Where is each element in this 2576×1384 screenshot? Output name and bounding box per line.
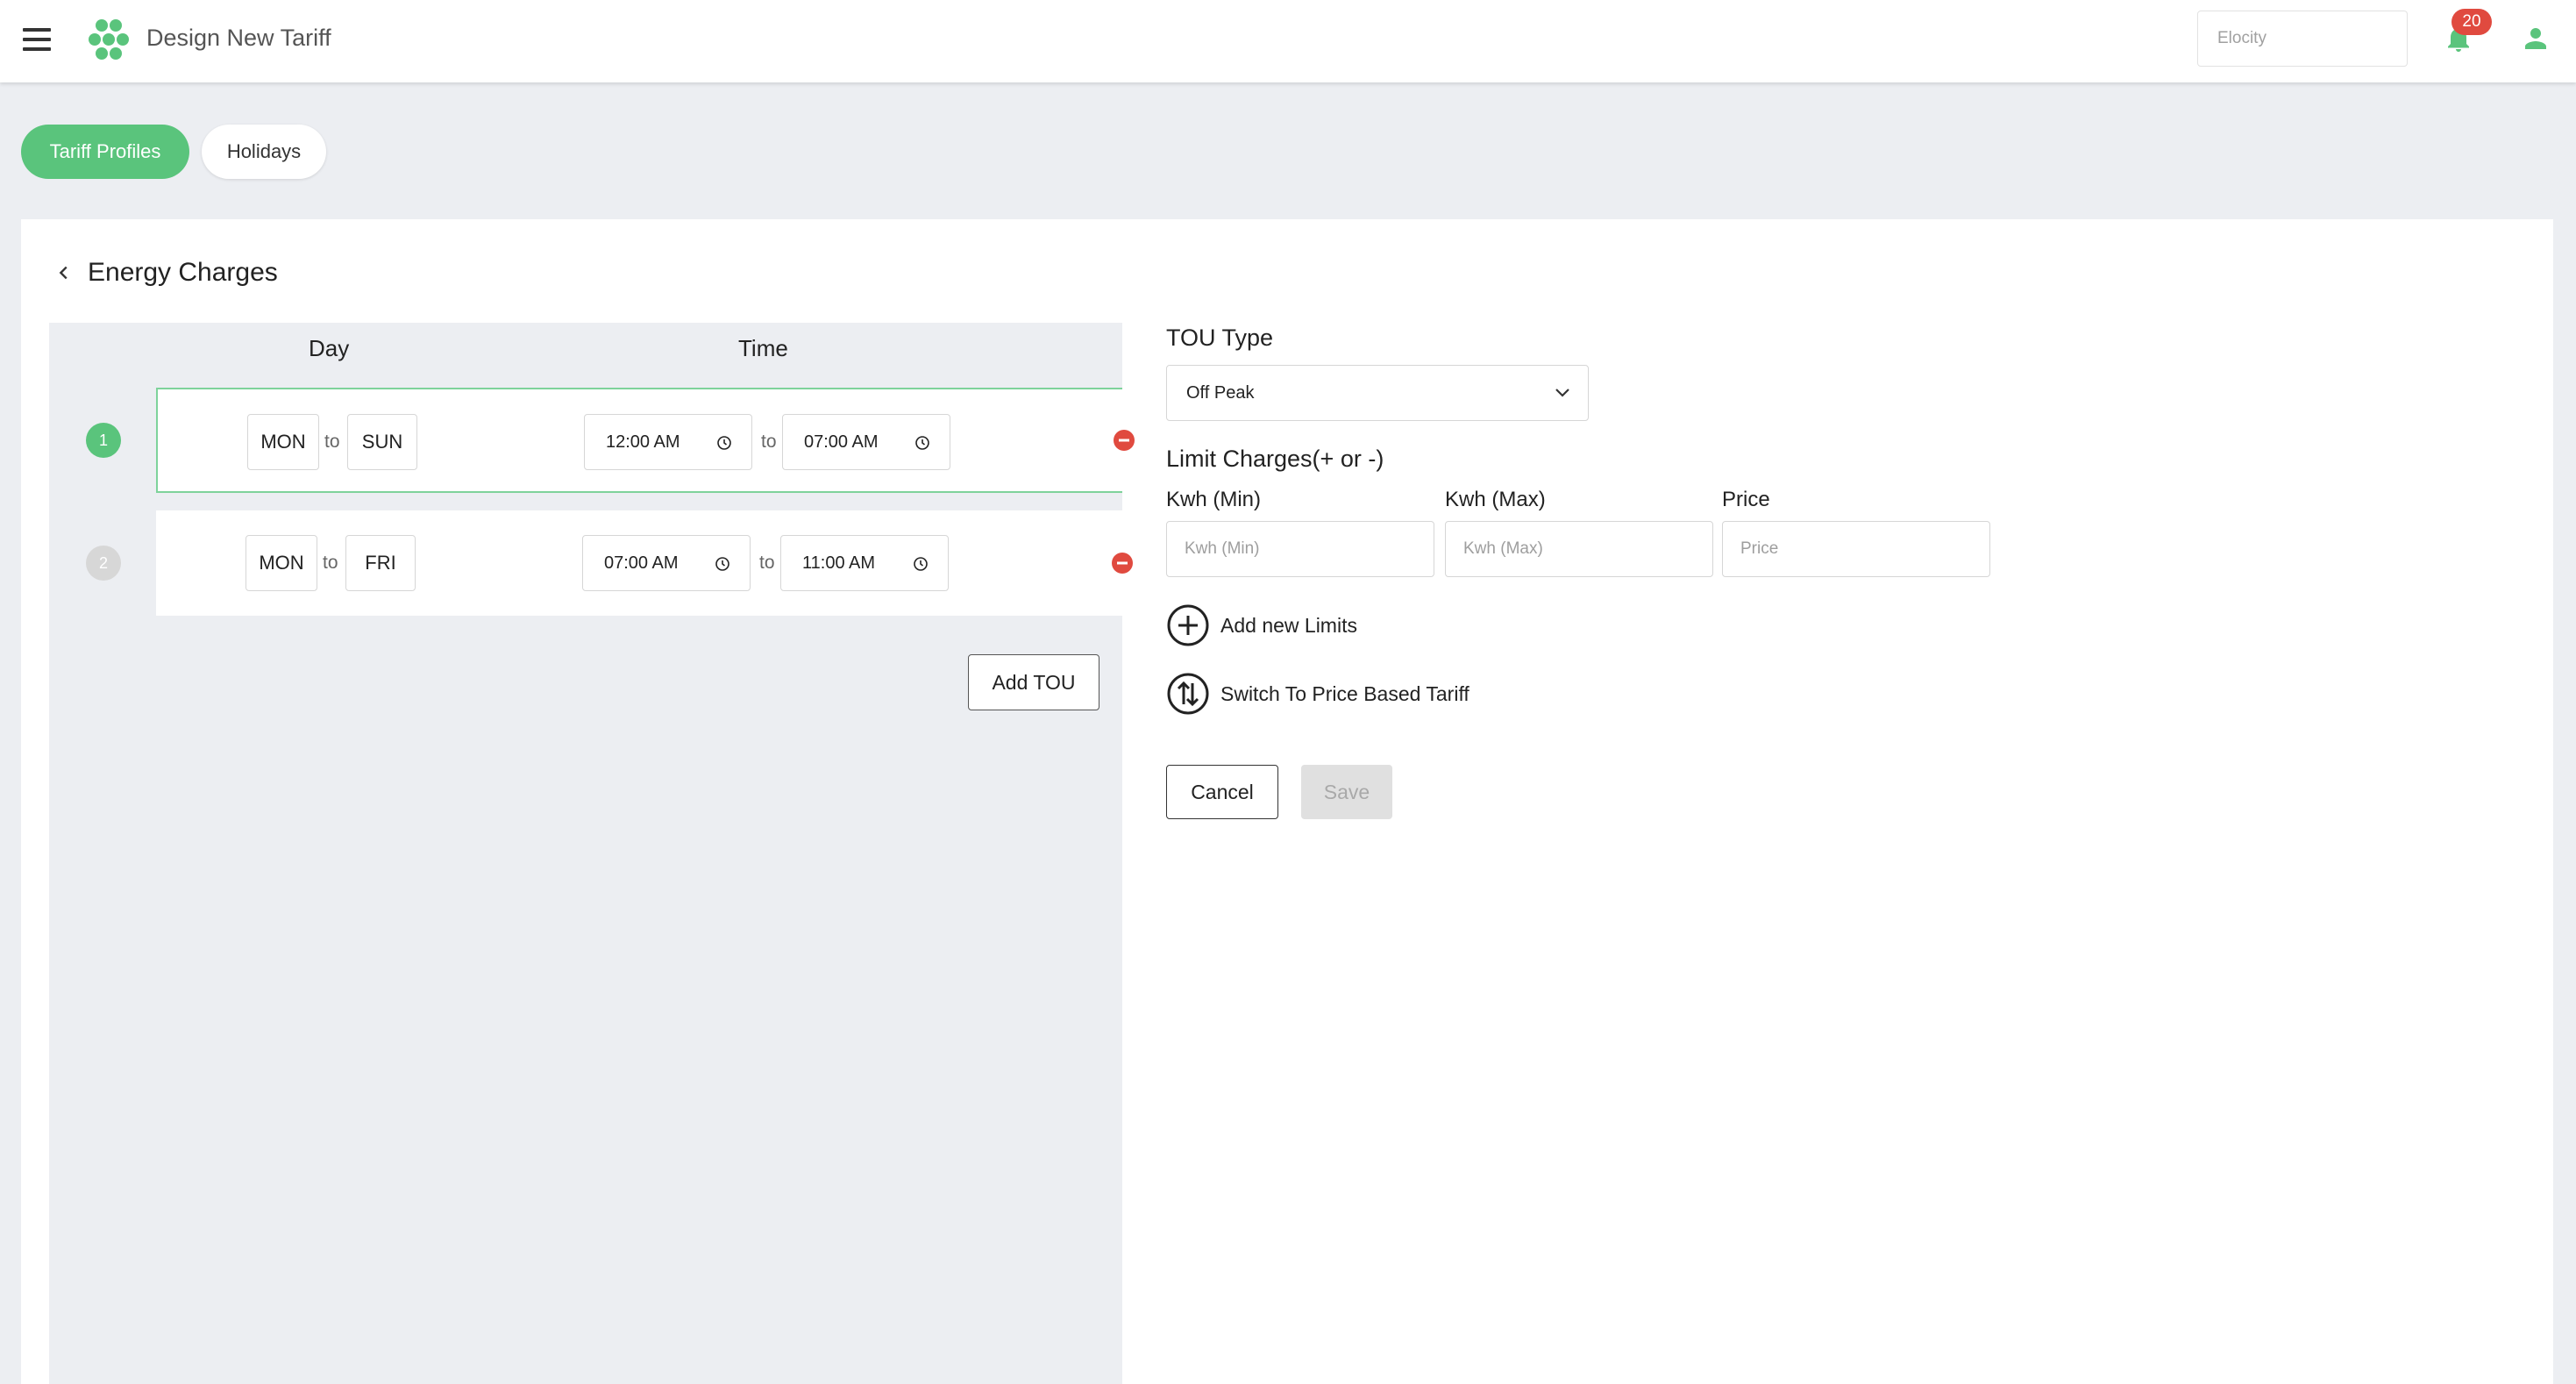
day-to-select[interactable]: FRI bbox=[345, 535, 416, 591]
menu-icon[interactable] bbox=[23, 28, 51, 51]
clock-icon bbox=[715, 557, 729, 571]
notification-badge: 20 bbox=[2451, 9, 2492, 35]
time-to-value: 11:00 AM bbox=[802, 553, 876, 573]
time-from-value: 07:00 AM bbox=[604, 553, 679, 573]
to-label: to bbox=[324, 432, 340, 452]
time-to-input[interactable]: 07:00 AM bbox=[782, 414, 950, 470]
row-number-badge: 2 bbox=[86, 546, 121, 581]
kwh-min-input[interactable] bbox=[1166, 521, 1434, 577]
row-number-badge: 1 bbox=[86, 423, 121, 458]
clock-icon bbox=[717, 436, 731, 450]
plus-circle-icon bbox=[1167, 604, 1209, 646]
tou-schedule-panel: Day Time 1 MON to SUN 12:00 AM to 07:00 … bbox=[49, 323, 1135, 1384]
to-label: to bbox=[759, 553, 775, 573]
kwh-max-label: Kwh (Max) bbox=[1445, 488, 1546, 511]
kwh-max-input[interactable] bbox=[1445, 521, 1713, 577]
limit-charges-label: Limit Charges(+ or -) bbox=[1166, 446, 1384, 472]
clock-icon bbox=[915, 436, 929, 450]
tou-row[interactable]: MON to FRI 07:00 AM to 11:00 AM bbox=[156, 510, 1133, 616]
remove-icon[interactable] bbox=[1112, 553, 1133, 574]
time-from-input[interactable]: 07:00 AM bbox=[582, 535, 751, 591]
tou-row[interactable]: MON to SUN 12:00 AM to 07:00 AM bbox=[156, 388, 1135, 493]
add-new-limits-label: Add new Limits bbox=[1220, 614, 1357, 637]
top-bar: Design New Tariff 20 bbox=[0, 0, 2576, 82]
day-to-select[interactable]: SUN bbox=[347, 414, 417, 470]
price-input[interactable] bbox=[1722, 521, 1990, 577]
tab-holidays[interactable]: Holidays bbox=[202, 125, 326, 179]
add-new-limits-button[interactable]: Add new Limits bbox=[1166, 603, 1482, 647]
tou-type-select[interactable]: Off Peak bbox=[1166, 365, 1589, 421]
search-input[interactable] bbox=[2197, 11, 2408, 67]
column-header-time: Time bbox=[738, 335, 788, 361]
day-from-select[interactable]: MON bbox=[246, 535, 317, 591]
section-title: Energy Charges bbox=[88, 258, 278, 287]
remove-icon[interactable] bbox=[1114, 430, 1135, 451]
time-to-input[interactable]: 11:00 AM bbox=[780, 535, 949, 591]
page-title: Design New Tariff bbox=[146, 25, 331, 51]
time-from-value: 12:00 AM bbox=[606, 432, 680, 452]
tou-type-value: Off Peak bbox=[1186, 383, 1255, 403]
tou-type-label: TOU Type bbox=[1166, 325, 1274, 351]
time-from-input[interactable]: 12:00 AM bbox=[584, 414, 752, 470]
kwh-min-label: Kwh (Min) bbox=[1166, 488, 1262, 511]
switch-price-based-button[interactable]: Switch To Price Based Tariff bbox=[1166, 672, 1534, 716]
save-button[interactable]: Save bbox=[1301, 765, 1392, 819]
add-tou-button[interactable]: Add TOU bbox=[968, 654, 1099, 710]
tab-tariff-profiles[interactable]: Tariff Profiles bbox=[21, 125, 189, 179]
swap-icon bbox=[1167, 673, 1209, 715]
to-label: to bbox=[323, 553, 338, 573]
price-label: Price bbox=[1722, 488, 1770, 511]
day-from-select[interactable]: MON bbox=[247, 414, 319, 470]
chevron-left-icon[interactable] bbox=[54, 263, 74, 282]
to-label: to bbox=[761, 432, 777, 452]
clock-icon bbox=[914, 557, 928, 571]
user-icon[interactable] bbox=[2520, 23, 2551, 54]
time-to-value: 07:00 AM bbox=[804, 432, 879, 452]
logo-icon bbox=[89, 19, 129, 60]
cancel-button[interactable]: Cancel bbox=[1166, 765, 1278, 819]
column-header-day: Day bbox=[309, 335, 350, 361]
switch-price-based-label: Switch To Price Based Tariff bbox=[1220, 682, 1469, 705]
chevron-down-icon bbox=[1555, 389, 1569, 397]
